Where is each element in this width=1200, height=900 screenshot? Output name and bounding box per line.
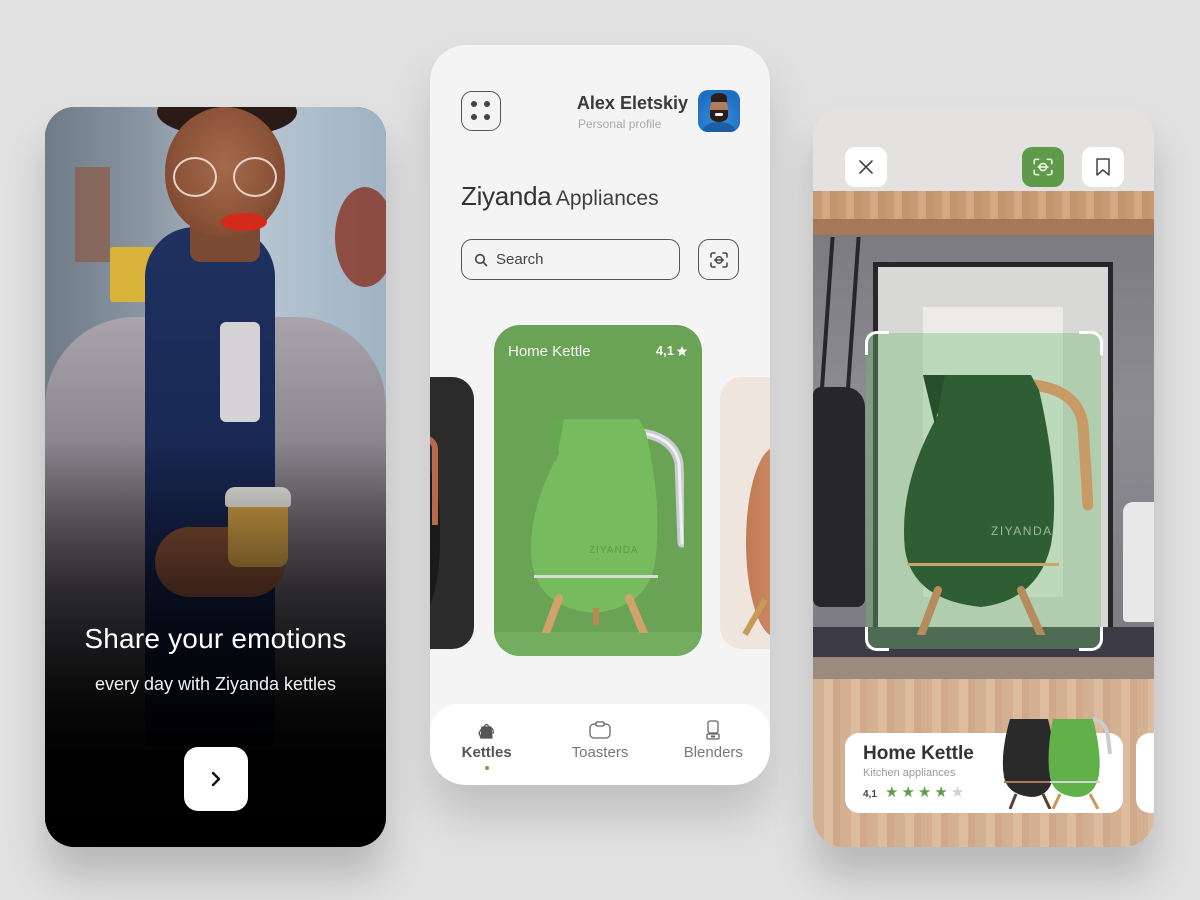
brand-name: Ziyanda	[461, 181, 552, 211]
page-title: Ziyanda Appliances	[461, 181, 659, 212]
ar-corner-bottom-right	[1079, 627, 1103, 651]
product-rating-value: 4,1	[863, 789, 877, 800]
star-empty-icon: ★	[950, 784, 965, 801]
ar-corner-top-right	[1079, 331, 1103, 355]
product-category: Kitchen appliances	[863, 767, 956, 779]
nav-item-toasters[interactable]: Toasters	[555, 720, 645, 761]
bottom-nav: Kettles Toasters Blenders	[430, 704, 770, 785]
scan-icon	[709, 251, 728, 268]
star-filled-icon: ★	[917, 784, 932, 801]
kettle-icon	[477, 723, 494, 739]
next-product-card[interactable]	[1136, 733, 1154, 813]
chevron-right-icon	[211, 771, 221, 787]
catalog-screen: Alex Eletskiy Personal profile Ziyanda A…	[430, 45, 770, 785]
search-placeholder: Search	[496, 251, 544, 268]
product-rating: 4,1	[656, 343, 688, 358]
nav-label: Kettles	[461, 744, 512, 761]
avatar[interactable]	[698, 90, 740, 132]
kettle-brand-label: ZIYANDA	[589, 545, 639, 556]
bookmark-icon	[1096, 158, 1110, 176]
star-filled-icon: ★	[901, 784, 915, 801]
rating-value: 4,1	[655, 343, 674, 358]
nav-label: Blenders	[683, 744, 743, 761]
featured-product-card[interactable]: Home Kettle 4,1 ZIYANDA	[494, 325, 702, 656]
ar-scan-button[interactable]	[1022, 147, 1064, 187]
nav-item-kettles[interactable]: Kettles	[442, 720, 532, 770]
product-card-prev[interactable]	[430, 377, 474, 649]
kettle-image: ZIYANDA	[531, 419, 684, 633]
product-thumbnail	[1002, 717, 1112, 809]
star-icon	[676, 345, 688, 356]
product-title: Home Kettle	[508, 343, 591, 360]
nav-label: Toasters	[571, 744, 629, 761]
star-filled-icon: ★	[885, 784, 899, 801]
ar-corner-top-left	[865, 331, 889, 355]
scan-icon	[1033, 158, 1053, 176]
profile-name[interactable]: Alex Eletskiy	[577, 93, 688, 114]
profile-subtitle: Personal profile	[578, 117, 662, 131]
blender-icon	[706, 720, 720, 740]
scan-button[interactable]	[698, 239, 739, 280]
brand-suffix: Appliances	[555, 187, 659, 210]
close-button[interactable]	[845, 147, 887, 187]
onboarding-title: Share your emotions	[84, 623, 347, 654]
grid-dots-icon	[471, 101, 477, 107]
product-card-next[interactable]	[720, 377, 770, 649]
bookmark-button[interactable]	[1082, 147, 1124, 187]
vase	[813, 387, 865, 607]
close-icon	[859, 160, 873, 174]
onboarding-subtitle: every day with Ziyanda kettles	[94, 674, 337, 694]
active-indicator	[484, 766, 489, 770]
star-rating: ★ ★ ★ ★ ★	[885, 785, 964, 800]
product-name: Home Kettle	[863, 743, 974, 764]
ar-corner-bottom-left	[865, 627, 889, 651]
nav-item-blenders[interactable]: Blenders	[668, 720, 758, 761]
hero-photo	[45, 107, 386, 847]
search-input[interactable]: Search	[461, 239, 680, 280]
onboarding-screen: Share your emotions every day with Ziyan…	[45, 107, 386, 847]
ar-view-screen: ZIYANDA Home Kettle Kitchen appliances 4…	[813, 107, 1154, 847]
jar	[1123, 502, 1154, 622]
search-icon	[474, 253, 488, 266]
star-filled-icon: ★	[934, 784, 948, 801]
menu-button[interactable]	[461, 91, 501, 131]
next-button[interactable]	[184, 747, 248, 811]
shelf	[813, 191, 1154, 219]
toaster-icon	[589, 721, 611, 739]
ar-kettle-brand-label: ZIYANDA	[991, 524, 1053, 538]
ar-kettle-image: ZIYANDA	[903, 375, 1093, 635]
